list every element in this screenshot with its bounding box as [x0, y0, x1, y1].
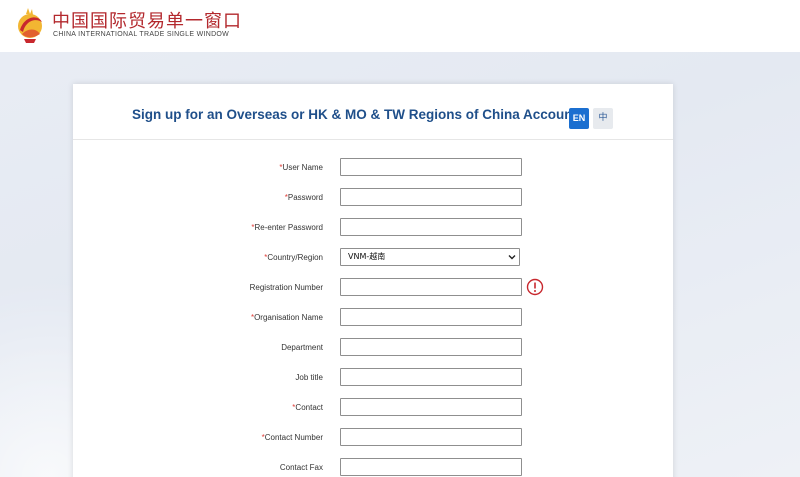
organisation-name-input[interactable]	[340, 308, 522, 326]
country-region-selected-value: VNM-越南	[348, 252, 386, 261]
language-zh-button[interactable]: 中	[593, 108, 613, 129]
re-enter-password-label: *Re-enter Password	[251, 218, 323, 238]
card-header: Sign up for an Overseas or HK & MO & TW …	[73, 84, 673, 140]
form-row-contact-fax: Contact Fax	[73, 458, 673, 477]
contact-fax-label: Contact Fax	[280, 458, 323, 477]
country-region-label: *Country/Region	[264, 248, 323, 268]
form-row-user-name: *User Name	[73, 158, 673, 178]
form-row-password: *Password	[73, 188, 673, 208]
contact-fax-input[interactable]	[340, 458, 522, 476]
form-row-organisation-name: *Organisation Name	[73, 308, 673, 328]
job-title-label-text: Job title	[295, 373, 323, 382]
user-name-input[interactable]	[340, 158, 522, 176]
department-label: Department	[281, 338, 323, 358]
form-row-re-enter-password: *Re-enter Password	[73, 218, 673, 238]
registration-number-label: Registration Number	[250, 278, 323, 298]
contact-label: *Contact	[292, 398, 323, 418]
brand-name-cn: 中国国际贸易单一窗口	[52, 11, 242, 32]
user-name-label-text: User Name	[282, 163, 323, 172]
re-enter-password-input[interactable]	[340, 218, 522, 236]
signup-card: Sign up for an Overseas or HK & MO & TW …	[73, 84, 673, 477]
brand-name-en: CHINA INTERNATIONAL TRADE SINGLE WINDOW	[53, 31, 230, 38]
password-input[interactable]	[340, 188, 522, 206]
exclamation-circle-icon	[526, 278, 544, 296]
registration-number-input[interactable]	[340, 278, 522, 296]
job-title-label: Job title	[295, 368, 323, 388]
re-enter-password-label-text: Re-enter Password	[254, 223, 323, 232]
contact-fax-label-text: Contact Fax	[279, 463, 323, 472]
form-row-registration-number: Registration Number	[73, 278, 673, 298]
contact-number-label: *Contact Number	[262, 428, 323, 448]
password-label-text: Password	[287, 193, 323, 202]
contact-number-label-text: Contact Number	[264, 433, 323, 442]
department-input[interactable]	[340, 338, 522, 356]
contact-number-input[interactable]	[340, 428, 522, 446]
organisation-name-label: *Organisation Name	[251, 308, 323, 328]
contact-label-text: Contact	[295, 403, 323, 412]
top-bar: 中国国际贸易单一窗口 CHINA INTERNATIONAL TRADE SIN…	[0, 0, 800, 52]
organisation-name-label-text: Organisation Name	[254, 313, 323, 322]
form-row-contact: *Contact	[73, 398, 673, 418]
department-label-text: Department	[281, 343, 323, 352]
password-label: *Password	[285, 188, 323, 208]
form-row-contact-number: *Contact Number	[73, 428, 673, 448]
chevron-down-icon	[508, 255, 516, 260]
language-en-button[interactable]: EN	[569, 108, 589, 129]
page-title: Sign up for an Overseas or HK & MO & TW …	[132, 107, 578, 122]
single-window-logo-icon	[18, 8, 42, 43]
job-title-input[interactable]	[340, 368, 522, 386]
form-row-job-title: Job title	[73, 368, 673, 388]
country-region-select[interactable]: VNM-越南	[340, 248, 520, 266]
form-row-country-region: *Country/Region VNM-越南	[73, 248, 673, 268]
country-region-label-text: Country/Region	[267, 253, 323, 262]
registration-number-label-text: Registration Number	[249, 283, 323, 292]
contact-input[interactable]	[340, 398, 522, 416]
form-row-department: Department	[73, 338, 673, 358]
user-name-label: *User Name	[279, 158, 323, 178]
